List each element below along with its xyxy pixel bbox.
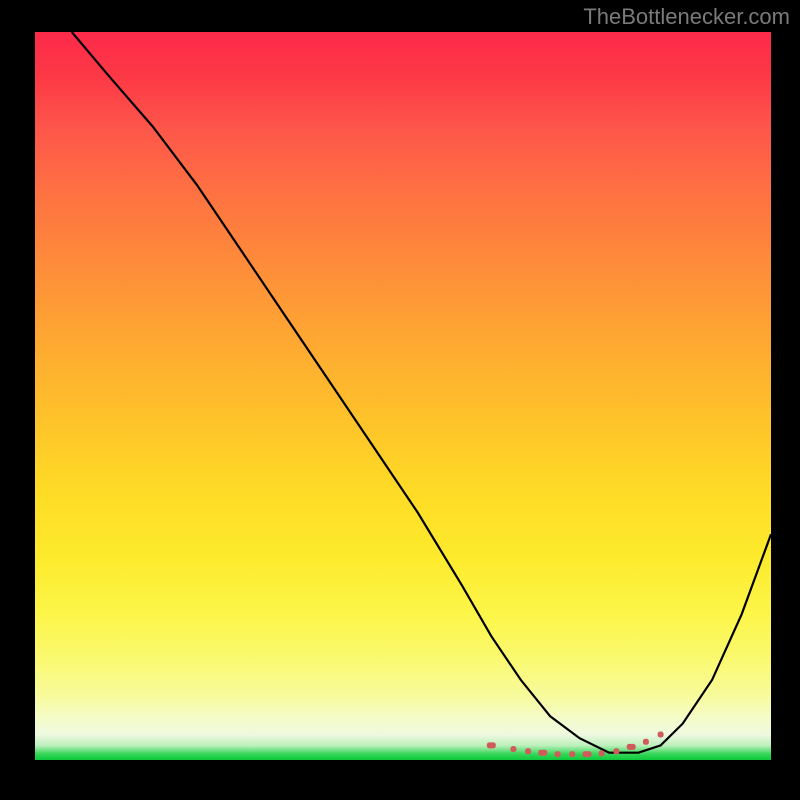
marker-dot (583, 751, 592, 757)
marker-dot (555, 751, 561, 757)
marker-dot (658, 732, 664, 738)
marker-dot (525, 748, 531, 754)
marker-dot (627, 744, 636, 750)
chart-svg (35, 32, 771, 760)
marker-dot (538, 750, 547, 756)
chart-area (35, 32, 771, 760)
bottleneck-curve-line (72, 32, 771, 753)
marker-dot (487, 742, 496, 748)
marker-dot (599, 750, 605, 756)
watermark: TheBottlenecker.com (583, 4, 790, 30)
marker-dot (569, 751, 575, 757)
marker-dot (643, 739, 649, 745)
marker-dot (613, 748, 619, 754)
marker-dot (510, 746, 516, 752)
